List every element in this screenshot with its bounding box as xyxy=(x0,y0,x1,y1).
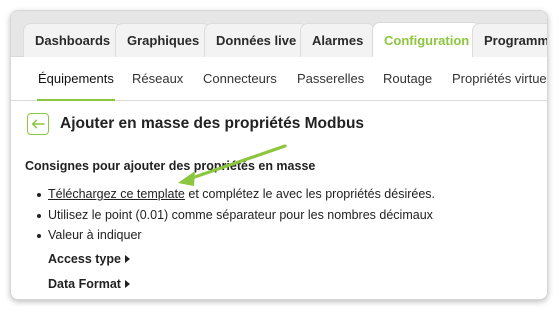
tab-configuration[interactable]: Configuration xyxy=(372,22,482,58)
caret-right-icon xyxy=(124,280,130,288)
page-title: Ajouter en masse des propriétés Modbus xyxy=(60,115,365,132)
data-format-label: Data Format xyxy=(48,277,121,291)
section-title: Consignes pour ajouter des propriétés en… xyxy=(25,159,316,173)
template-instruction-text: et complétez le avec les propriétés dési… xyxy=(184,187,436,201)
main-tabbar: Dashboards Graphiques Données live Alarm… xyxy=(11,11,547,58)
subtab-reseaux[interactable]: Réseaux xyxy=(132,57,183,101)
access-type-toggle[interactable]: Access type xyxy=(48,252,130,266)
tab-graphiques[interactable]: Graphiques xyxy=(115,23,212,57)
subtab-proprietes-virtuelles[interactable]: Propriétés virtuel xyxy=(452,57,547,101)
tab-donnees-live[interactable]: Données live xyxy=(204,23,309,57)
value-note: Valeur à indiquer xyxy=(48,228,142,242)
back-button[interactable] xyxy=(27,113,49,135)
list-item: Utilisez le point (0.01) comme séparateu… xyxy=(37,207,435,228)
caret-right-icon xyxy=(124,255,130,263)
data-format-toggle[interactable]: Data Format xyxy=(48,277,130,291)
page-content: Ajouter en masse des propriétés Modbus C… xyxy=(11,102,547,299)
list-item: Valeur à indiquer xyxy=(37,227,435,248)
tab-alarmes[interactable]: Alarmes xyxy=(300,23,376,57)
list-item: Téléchargez ce template et complétez le … xyxy=(37,186,435,207)
subtab-routage[interactable]: Routage xyxy=(383,57,432,101)
tab-dashboards[interactable]: Dashboards xyxy=(23,23,123,57)
download-template-link[interactable]: Téléchargez ce template xyxy=(48,187,185,201)
subtab-connecteurs[interactable]: Connecteurs xyxy=(203,57,277,101)
decimal-separator-note: Utilisez le point (0.01) comme séparateu… xyxy=(48,207,433,222)
instruction-list: Téléchargez ce template et complétez le … xyxy=(37,186,435,248)
arrow-left-icon xyxy=(31,119,45,129)
sub-navigation: Équipements Réseaux Connecteurs Passerel… xyxy=(11,57,547,101)
subtab-passerelles[interactable]: Passerelles xyxy=(297,57,364,101)
access-type-label: Access type xyxy=(48,252,121,266)
window-card: Dashboards Graphiques Données live Alarm… xyxy=(10,10,548,300)
subtab-equipements[interactable]: Équipements xyxy=(37,57,115,101)
tab-programmation[interactable]: Programma xyxy=(472,23,547,57)
